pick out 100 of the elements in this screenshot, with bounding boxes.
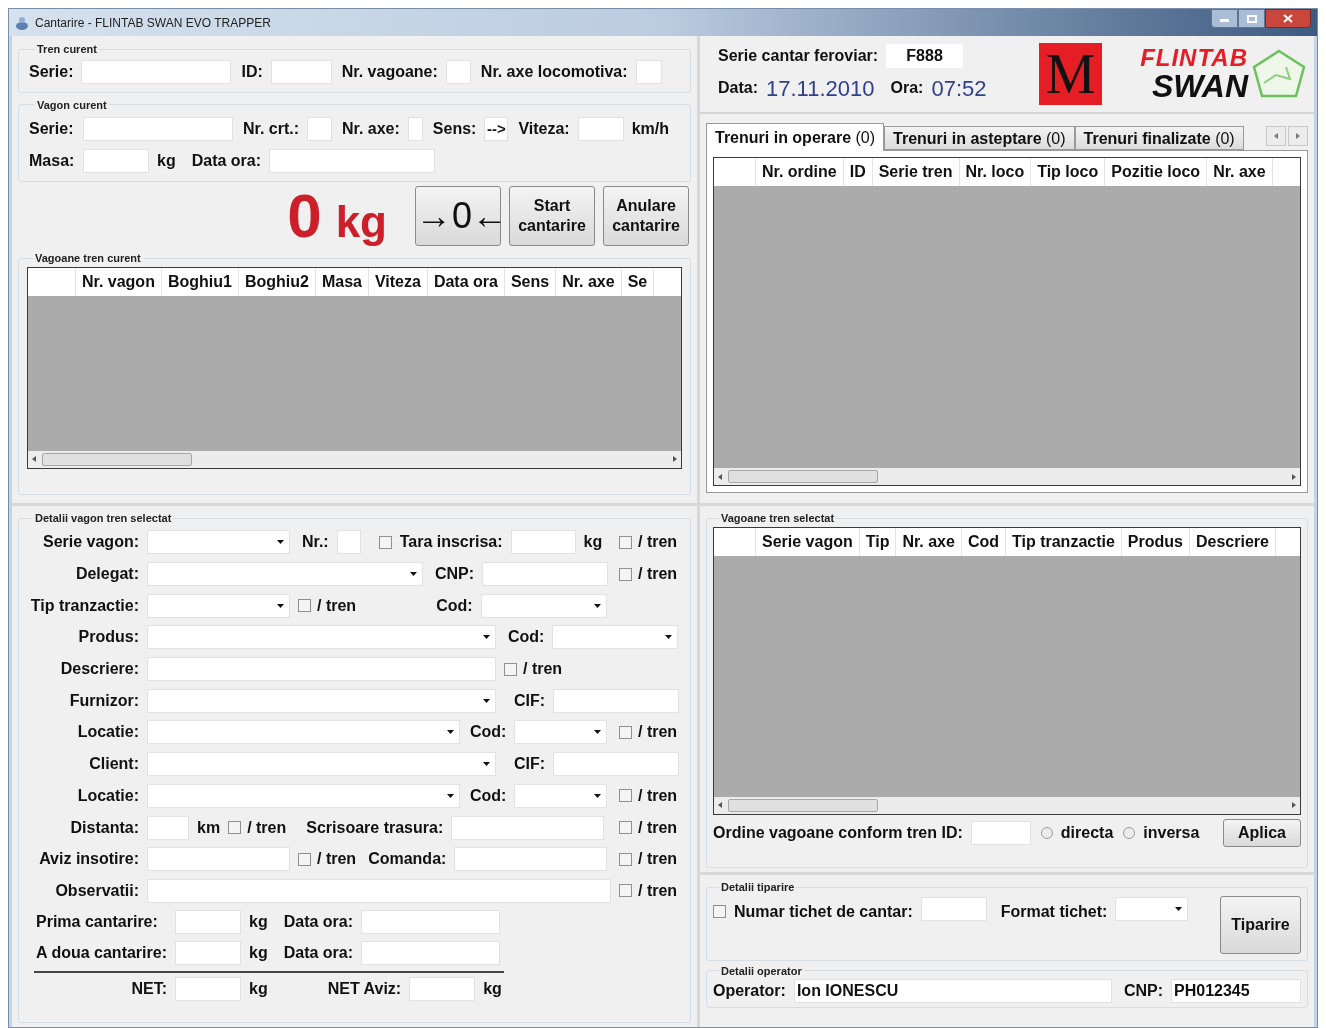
tab[interactable]: Trenuri in operare (0): [706, 123, 885, 151]
input-field[interactable]: [336, 530, 361, 555]
field-label: Viteza:: [518, 119, 570, 139]
right-arrow-icon[interactable]: [1292, 802, 1296, 808]
field-label: Cod:: [508, 627, 545, 648]
input-field[interactable]: Ion IONESCU: [793, 979, 1112, 1003]
column-header: Produs: [1121, 527, 1190, 556]
zero-button[interactable]: →0←: [415, 186, 501, 246]
checkbox[interactable]: [619, 725, 632, 739]
input-field[interactable]: [147, 657, 496, 682]
dropdown[interactable]: [147, 562, 423, 587]
left-arrow-icon[interactable]: [718, 473, 722, 480]
checkbox[interactable]: [298, 599, 311, 613]
dropdown[interactable]: [1115, 896, 1189, 921]
dropdown[interactable]: [514, 783, 608, 808]
dropdown[interactable]: [514, 720, 608, 745]
input-field[interactable]: [970, 820, 1031, 845]
input-field[interactable]: [175, 976, 241, 1001]
caret-icon: [594, 730, 602, 735]
input-field[interactable]: [175, 910, 241, 935]
input-field[interactable]: [510, 530, 576, 555]
apply-button[interactable]: Aplica: [1223, 818, 1301, 847]
checkbox[interactable]: [619, 852, 632, 866]
input-field[interactable]: [635, 59, 662, 84]
horizontal-scrollbar[interactable]: [714, 468, 1300, 485]
unit-label: km: [197, 817, 221, 838]
input-field[interactable]: [577, 117, 624, 141]
field-label: Aviz insotire:: [38, 849, 139, 870]
dropdown[interactable]: [480, 593, 607, 618]
column-header: Se: [621, 267, 655, 296]
tab-scroll-left-button[interactable]: [1266, 126, 1286, 146]
input-field[interactable]: [361, 910, 501, 935]
checkbox-label: / tren: [638, 564, 678, 585]
scrollbar-thumb[interactable]: [728, 470, 878, 483]
input-field[interactable]: [83, 149, 149, 173]
input-field[interactable]: [269, 149, 436, 173]
field-label: Descriere:: [59, 659, 139, 680]
checkbox[interactable]: [713, 905, 726, 918]
dropdown[interactable]: [147, 688, 496, 713]
input-field[interactable]: [553, 688, 680, 713]
tab[interactable]: Trenuri in asteptare (0): [884, 126, 1075, 150]
radio-button[interactable]: [1040, 826, 1053, 839]
checkbox[interactable]: [619, 884, 632, 898]
checkbox[interactable]: [378, 535, 392, 549]
checkbox[interactable]: [619, 535, 632, 549]
input-field[interactable]: [920, 896, 987, 921]
field-label: Locatie:: [76, 785, 139, 806]
dropdown[interactable]: [147, 530, 290, 555]
close-icon: [1283, 14, 1293, 23]
right-arrow-icon[interactable]: [1292, 473, 1296, 480]
input-field[interactable]: F888: [886, 43, 964, 68]
checkbox[interactable]: [619, 821, 632, 835]
input-field[interactable]: [307, 117, 332, 141]
input-field[interactable]: [81, 59, 232, 84]
dropdown[interactable]: [147, 752, 496, 777]
input-field[interactable]: [147, 878, 611, 903]
input-field[interactable]: [147, 815, 189, 840]
radio-button[interactable]: [1123, 826, 1136, 839]
input-field[interactable]: [553, 752, 680, 777]
checkbox[interactable]: [619, 789, 632, 803]
dropdown[interactable]: [147, 593, 290, 618]
right-arrow-icon[interactable]: [673, 456, 677, 462]
unit-label: kg: [483, 978, 502, 999]
tab[interactable]: Trenuri finalizate (0): [1074, 126, 1244, 150]
input-field[interactable]: [482, 562, 609, 587]
caret-icon: [665, 635, 673, 640]
input-field[interactable]: [451, 815, 605, 840]
left-arrow-icon[interactable]: [32, 456, 36, 462]
left-arrow-icon[interactable]: [718, 802, 722, 808]
checkbox[interactable]: [228, 821, 242, 835]
input-field[interactable]: [454, 847, 608, 872]
input-field[interactable]: [83, 117, 233, 141]
input-field[interactable]: [407, 117, 423, 141]
input-field[interactable]: [409, 976, 476, 1001]
input-field[interactable]: [445, 59, 471, 84]
checkbox[interactable]: [504, 662, 517, 676]
tab-scroll-right-button[interactable]: [1288, 126, 1308, 146]
input-field[interactable]: [361, 941, 501, 966]
weight-value: 0: [287, 185, 322, 247]
checkbox[interactable]: [619, 567, 632, 581]
input-field[interactable]: -->: [484, 117, 509, 141]
dropdown[interactable]: [147, 720, 460, 745]
minimize-button[interactable]: [1211, 9, 1238, 28]
dropdown[interactable]: [147, 625, 496, 650]
close-button[interactable]: [1265, 9, 1311, 28]
action-button[interactable]: Anulare cantarire: [603, 186, 689, 246]
action-button[interactable]: Start cantarire: [509, 186, 595, 246]
print-button[interactable]: Tiparire: [1220, 895, 1301, 954]
checkbox-label: / tren: [317, 849, 357, 870]
input-field[interactable]: [175, 941, 241, 966]
maximize-button[interactable]: [1238, 9, 1265, 28]
scrollbar-thumb[interactable]: [728, 798, 878, 812]
scrollbar-thumb[interactable]: [42, 452, 192, 466]
input-field[interactable]: [270, 59, 332, 84]
column-header: Cod: [961, 527, 1006, 556]
input-field[interactable]: PH012345: [1171, 979, 1301, 1003]
dropdown[interactable]: [147, 783, 460, 808]
input-field[interactable]: [147, 847, 290, 872]
dropdown[interactable]: [552, 625, 679, 650]
checkbox[interactable]: [298, 852, 311, 866]
